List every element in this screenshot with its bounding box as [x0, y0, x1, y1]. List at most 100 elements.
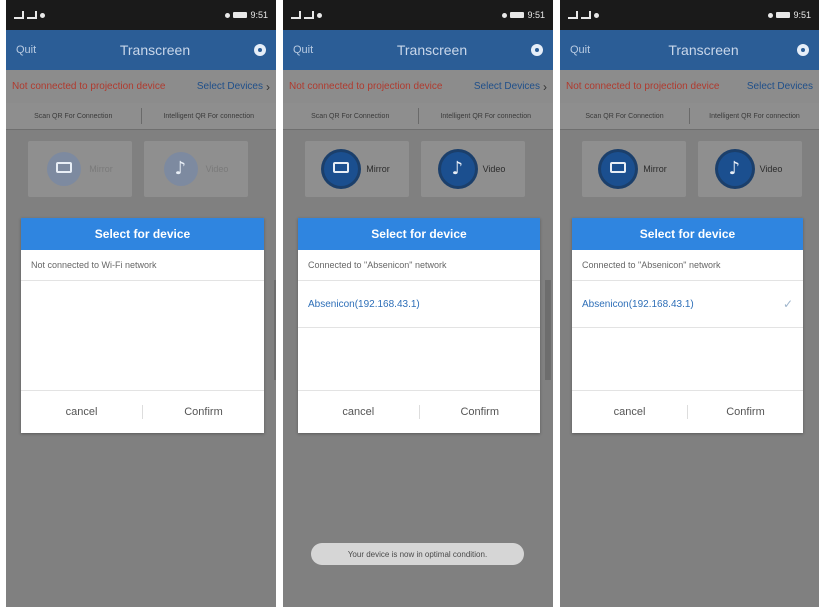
device-row[interactable]: Absenicon(192.168.43.1) ✓ [572, 281, 803, 328]
confirm-button[interactable]: Confirm [143, 406, 264, 418]
video-icon: ♪ [440, 152, 475, 186]
select-devices-button[interactable]: Select Devices › [474, 80, 547, 94]
mirror-label: Mirror [366, 164, 390, 174]
status-bar: 9:51 [560, 0, 819, 30]
device-name: Absenicon(192.168.43.1) [582, 298, 694, 310]
video-tile[interactable]: ♪ Video [421, 141, 525, 197]
toast-message: Your device is now in optimal condition. [311, 543, 524, 565]
scrollbar [545, 280, 551, 380]
signal-icon [581, 11, 591, 19]
wifi-icon [225, 12, 231, 18]
dialog-title: Select for device [21, 218, 264, 250]
connection-status: Not connected to projection device [12, 81, 166, 92]
battery-icon [233, 12, 248, 18]
notification-icon [317, 12, 322, 18]
mirror-icon [47, 152, 82, 186]
mode-tiles: Mirror ♪ Video [283, 141, 553, 197]
chevron-right-icon: › [266, 79, 270, 94]
signal-icon [568, 11, 578, 19]
mirror-tile[interactable]: Mirror [305, 141, 409, 197]
connection-status: Not connected to projection device [289, 81, 443, 92]
scan-qr-button[interactable]: Scan QR For Connection [283, 113, 418, 120]
device-list [21, 281, 264, 391]
device-list: Absenicon(192.168.43.1) ✓ [572, 281, 803, 391]
network-status: Connected to "Absenicon" network [572, 250, 803, 281]
select-device-dialog: Select for device Not connected to Wi-Fi… [21, 218, 264, 433]
phone-screen-2: 9:51 Quit Transcreen Not connected to pr… [283, 0, 553, 607]
gear-icon[interactable] [797, 44, 809, 56]
network-status: Not connected to Wi-Fi network [21, 250, 264, 281]
battery-icon [510, 12, 525, 18]
mirror-label: Mirror [643, 164, 667, 174]
notification-icon [40, 12, 45, 18]
notification-icon [594, 12, 599, 18]
gear-icon[interactable] [254, 44, 266, 56]
phone-screen-3: 9:51 Quit Transcreen Not connected to pr… [560, 0, 819, 607]
wifi-icon [768, 12, 774, 18]
device-name: Absenicon(192.168.43.1) [308, 298, 420, 310]
video-tile[interactable]: ♪ Video [144, 141, 248, 197]
connection-row: Not connected to projection device Selec… [283, 70, 553, 103]
connection-row: Not connected to projection device Selec… [6, 70, 276, 103]
battery-icon [776, 12, 791, 18]
mirror-icon [324, 152, 359, 186]
device-row[interactable]: Absenicon(192.168.43.1) [298, 281, 540, 328]
confirm-button[interactable]: Confirm [688, 406, 803, 418]
mirror-tile[interactable]: Mirror [582, 141, 686, 197]
chevron-right-icon: › [543, 79, 547, 94]
screenshot-strip: 9:51 Quit Transcreen Not connected to pr… [0, 0, 819, 607]
scan-row: Scan QR For Connection Intelligent QR Fo… [560, 103, 819, 130]
phone-screen-1: 9:51 Quit Transcreen Not connected to pr… [6, 0, 276, 607]
mode-tiles: Mirror ♪ Video [6, 141, 276, 197]
quit-button[interactable]: Quit [16, 44, 56, 56]
mirror-tile[interactable]: Mirror [28, 141, 132, 197]
device-list: Absenicon(192.168.43.1) [298, 281, 540, 391]
signal-icon [291, 11, 301, 19]
signal-icon [27, 11, 37, 19]
dialog-title: Select for device [572, 218, 803, 250]
video-icon: ♪ [717, 152, 752, 186]
app-bar: Quit Transcreen [283, 30, 553, 70]
signal-icon [14, 11, 24, 19]
signal-icon [304, 11, 314, 19]
scan-qr-button[interactable]: Scan QR For Connection [6, 113, 141, 120]
intelligent-qr-button[interactable]: Intelligent QR For connection [142, 113, 277, 120]
dialog-actions: cancel Confirm [572, 390, 803, 433]
video-icon: ♪ [163, 152, 198, 186]
cancel-button[interactable]: cancel [298, 406, 419, 418]
app-bar: Quit Transcreen [560, 30, 819, 70]
wifi-icon [502, 12, 508, 18]
quit-button[interactable]: Quit [570, 44, 610, 56]
cancel-button[interactable]: cancel [572, 406, 687, 418]
video-tile[interactable]: ♪ Video [698, 141, 802, 197]
video-label: Video [759, 164, 783, 174]
mirror-icon [601, 152, 636, 186]
intelligent-qr-button[interactable]: Intelligent QR For connection [419, 113, 554, 120]
select-devices-button[interactable]: Select Devices › [197, 80, 270, 94]
scrollbar [274, 280, 276, 380]
connection-row: Not connected to projection device Selec… [560, 70, 819, 103]
cancel-button[interactable]: cancel [21, 406, 142, 418]
intelligent-qr-button[interactable]: Intelligent QR For connection [690, 113, 819, 120]
dialog-actions: cancel Confirm [298, 390, 540, 433]
checkmark-icon: ✓ [782, 297, 793, 311]
app-bar: Quit Transcreen [6, 30, 276, 70]
select-device-dialog: Select for device Connected to "Absenico… [572, 218, 803, 433]
video-label: Video [482, 164, 506, 174]
scan-row: Scan QR For Connection Intelligent QR Fo… [6, 103, 276, 130]
quit-button[interactable]: Quit [293, 44, 333, 56]
select-devices-button[interactable]: Select Devices [747, 81, 813, 92]
select-devices-label: Select Devices [746, 81, 813, 92]
select-device-dialog: Select for device Connected to "Absenico… [298, 218, 540, 433]
status-time: 9:51 [793, 10, 811, 20]
network-status: Connected to "Absenicon" network [298, 250, 540, 281]
gear-icon[interactable] [531, 44, 543, 56]
app-title: Transcreen [396, 42, 468, 58]
confirm-button[interactable]: Confirm [420, 406, 541, 418]
select-devices-label: Select Devices [196, 81, 263, 92]
scan-qr-button[interactable]: Scan QR For Connection [560, 113, 689, 120]
connection-status: Not connected to projection device [566, 81, 720, 92]
dialog-actions: cancel Confirm [21, 390, 264, 433]
scan-row: Scan QR For Connection Intelligent QR Fo… [283, 103, 553, 130]
mode-tiles: Mirror ♪ Video [560, 141, 819, 197]
